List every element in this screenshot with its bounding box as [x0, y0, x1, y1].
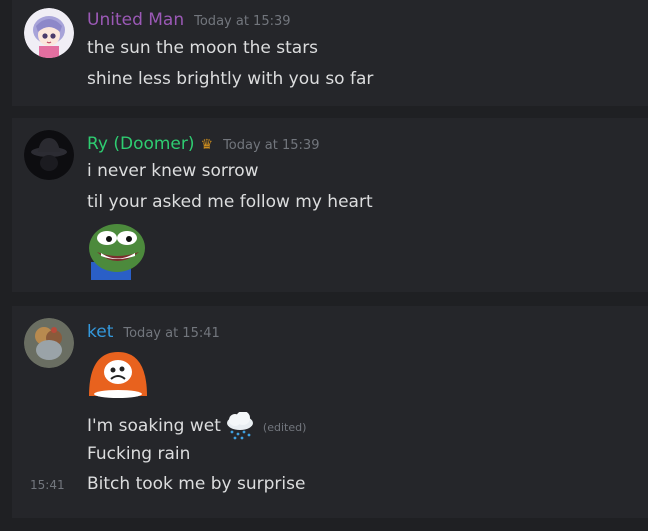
message-text: shine less brightly with you so far [87, 69, 374, 89]
timestamp: Today at 15:39 [194, 14, 291, 29]
avatar[interactable] [24, 318, 74, 368]
rain-cloud-emoji[interactable] [225, 411, 255, 440]
message-text: Bitch took me by surprise [87, 474, 306, 494]
message-group: Ry (Doomer) ♛ Today at 15:39 i never kne… [12, 118, 648, 292]
message-text-content: I'm soaking wet [87, 416, 221, 436]
message-header: ket Today at 15:41 [87, 322, 220, 342]
message-header: United Man Today at 15:39 [87, 10, 291, 30]
orange-face-emote[interactable] [87, 350, 149, 402]
timestamp: Today at 15:41 [123, 326, 220, 341]
message-group: United Man Today at 15:39 the sun the mo… [12, 0, 648, 106]
edited-label: (edited) [262, 421, 307, 434]
crown-icon: ♛ [200, 137, 214, 153]
message-text: til your asked me follow my heart [87, 192, 373, 212]
username[interactable]: Ry (Doomer) [87, 134, 195, 154]
hover-timestamp: 15:41 [30, 478, 65, 492]
message-text: Fucking rain [87, 444, 191, 464]
message-header: Ry (Doomer) ♛ Today at 15:39 [87, 134, 319, 154]
message-text: I'm soaking wet (edited) [87, 411, 307, 440]
message-group: ket Today at 15:41 I'm soaking wet (edit… [12, 306, 648, 518]
avatar[interactable] [24, 8, 74, 58]
username[interactable]: United Man [87, 10, 184, 30]
username[interactable]: ket [87, 322, 113, 342]
avatar[interactable] [24, 130, 74, 180]
pepe-smile-emote[interactable] [87, 222, 147, 284]
message-text: i never knew sorrow [87, 161, 259, 181]
timestamp: Today at 15:39 [223, 138, 320, 153]
message-text: the sun the moon the stars [87, 38, 319, 58]
